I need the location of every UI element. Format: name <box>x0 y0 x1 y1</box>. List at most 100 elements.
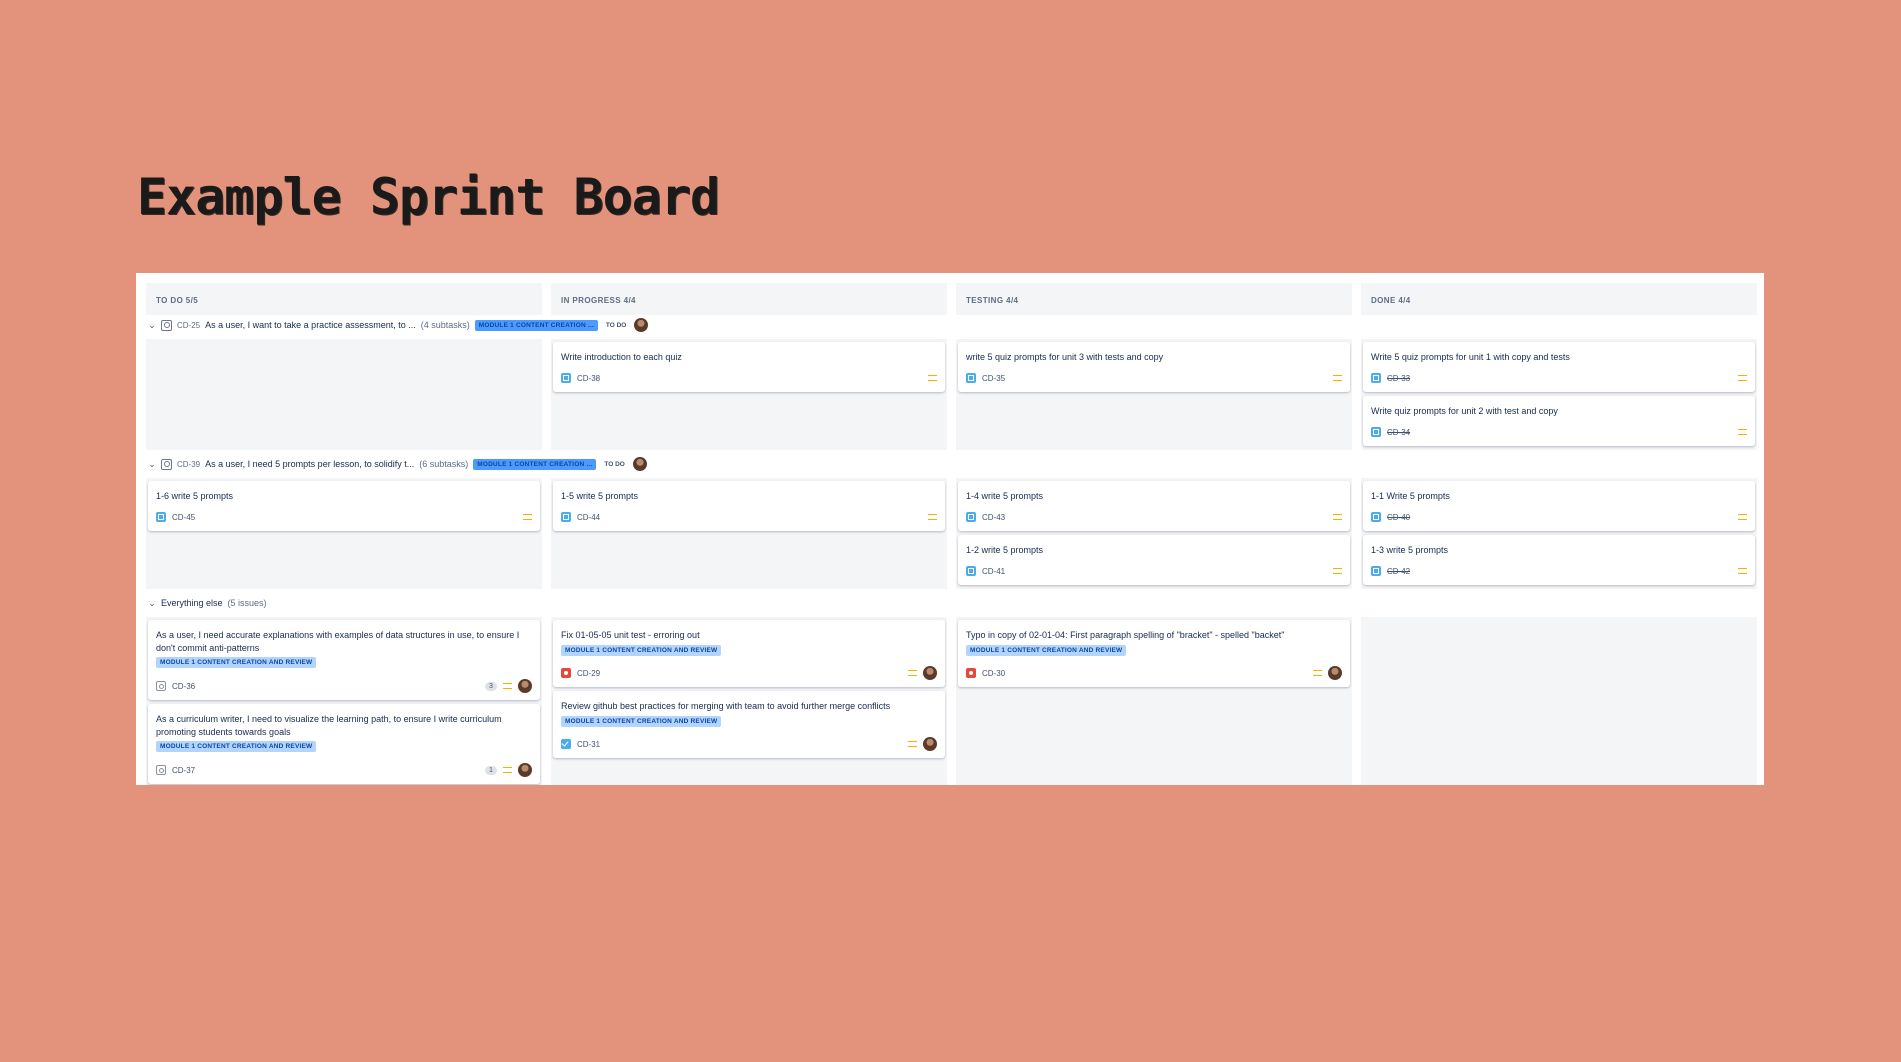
subtask-icon <box>561 373 571 383</box>
subtask-icon <box>561 512 571 522</box>
avatar[interactable] <box>632 457 647 471</box>
story-point-badge: 1 <box>485 765 497 775</box>
card-key[interactable]: CD-44 <box>577 513 600 522</box>
lane-summary[interactable]: Everything else <box>161 598 223 608</box>
epic-lozenge[interactable]: MODULE 1 CONTENT CREATION AND REVIEW <box>561 644 722 656</box>
priority-medium-icon <box>1738 568 1747 574</box>
card-cd-29[interactable]: Fix 01-05-05 unit test - erroring out MO… <box>553 620 945 687</box>
card-summary: Write 5 quiz prompts for unit 1 with cop… <box>1371 352 1570 362</box>
card-summary: 1-3 write 5 prompts <box>1371 545 1449 555</box>
card-cd-40[interactable]: 1-1 Write 5 prompts CD-40 <box>1363 481 1755 531</box>
card-summary: Write introduction to each quiz <box>561 352 682 362</box>
priority-medium-icon <box>1313 670 1322 676</box>
priority-medium-icon <box>1738 514 1747 520</box>
card-cd-31[interactable]: Review github best practices for merging… <box>553 691 945 758</box>
lane-subtask-count: (6 subtasks) <box>419 459 469 469</box>
status-lozenge[interactable]: TO DO <box>601 459 627 470</box>
card-key[interactable]: CD-40 <box>1387 513 1410 522</box>
card-summary: 1-6 write 5 prompts <box>156 491 234 501</box>
card-summary: 1-4 write 5 prompts <box>966 491 1044 501</box>
card-cd-37[interactable]: As a curriculum writer, I need to visual… <box>148 704 540 784</box>
epic-lozenge[interactable]: MODULE 1 CONTENT CREATION ... <box>473 458 597 470</box>
avatar[interactable] <box>518 679 532 693</box>
card-key[interactable]: CD-31 <box>577 740 600 749</box>
chevron-down-icon[interactable]: ⌄ <box>148 320 156 331</box>
priority-medium-icon <box>1333 375 1342 381</box>
status-lozenge[interactable]: TO DO <box>603 320 629 331</box>
priority-medium-icon <box>1333 568 1342 574</box>
epic-lozenge[interactable]: MODULE 1 CONTENT CREATION AND REVIEW <box>156 657 317 668</box>
epic-lozenge[interactable]: MODULE 1 CONTENT CREATION ... <box>474 319 598 331</box>
card-key[interactable]: CD-45 <box>172 513 195 522</box>
card-key[interactable]: CD-35 <box>982 374 1005 383</box>
card-summary: 1-1 Write 5 prompts <box>1371 491 1450 501</box>
lane-subtask-count: (4 subtasks) <box>420 320 470 330</box>
slide-title: Example Sprint Board <box>137 168 720 226</box>
card-cd-30[interactable]: Typo in copy of 02-01-04: First paragrap… <box>958 620 1350 687</box>
epic-lozenge[interactable]: MODULE 1 CONTENT CREATION AND REVIEW <box>561 715 722 727</box>
card-key[interactable]: CD-43 <box>982 513 1005 522</box>
lane1-todo-cell <box>146 339 542 450</box>
swimlane-cd-25[interactable]: ⌄ CD-25 As a user, I want to take a prac… <box>148 316 649 334</box>
card-cd-45[interactable]: 1-6 write 5 prompts CD-45 <box>148 481 540 531</box>
priority-medium-icon <box>928 514 937 520</box>
subtask-icon <box>966 566 976 576</box>
card-key[interactable]: CD-42 <box>1387 567 1410 576</box>
swimlane-everything-else[interactable]: ⌄ Everything else (5 issues) <box>148 594 266 612</box>
bug-icon <box>966 668 976 678</box>
avatar[interactable] <box>923 666 937 680</box>
column-header-testing[interactable]: TESTING 4/4 <box>956 283 1352 315</box>
column-header-todo[interactable]: TO DO 5/5 <box>146 283 542 315</box>
priority-medium-icon <box>908 741 917 747</box>
swimlane-cd-39[interactable]: ⌄ CD-39 As a user, I need 5 prompts per … <box>148 455 647 473</box>
card-key[interactable]: CD-30 <box>982 669 1005 678</box>
card-summary: write 5 quiz prompts for unit 3 with tes… <box>966 352 1164 362</box>
avatar[interactable] <box>518 763 532 777</box>
card-cd-43[interactable]: 1-4 write 5 prompts CD-43 <box>958 481 1350 531</box>
avatar[interactable] <box>634 318 649 332</box>
lane3-done-cell <box>1361 617 1757 785</box>
card-cd-41[interactable]: 1-2 write 5 prompts CD-41 <box>958 535 1350 585</box>
avatar[interactable] <box>923 737 937 751</box>
priority-medium-icon <box>503 683 512 689</box>
epic-lozenge[interactable]: MODULE 1 CONTENT CREATION AND REVIEW <box>156 741 317 752</box>
avatar[interactable] <box>1328 666 1342 680</box>
lane-summary[interactable]: As a user, I want to take a practice ass… <box>205 320 416 330</box>
card-cd-35[interactable]: write 5 quiz prompts for unit 3 with tes… <box>958 342 1350 392</box>
card-cd-44[interactable]: 1-5 write 5 prompts CD-44 <box>553 481 945 531</box>
subtask-icon <box>1371 427 1381 437</box>
story-icon <box>161 319 172 331</box>
sprint-board: TO DO 5/5 IN PROGRESS 4/4 TESTING 4/4 DO… <box>136 273 1764 785</box>
card-summary: Write quiz prompts for unit 2 with test … <box>1371 406 1558 416</box>
lane-issue-key[interactable]: CD-25 <box>177 321 200 330</box>
story-icon <box>156 681 166 691</box>
card-cd-38[interactable]: Write introduction to each quiz CD-38 <box>553 342 945 392</box>
card-cd-33[interactable]: Write 5 quiz prompts for unit 1 with cop… <box>1363 342 1755 392</box>
card-cd-36[interactable]: As a user, I need accurate explanations … <box>148 620 540 700</box>
priority-medium-icon <box>1738 375 1747 381</box>
card-cd-34[interactable]: Write quiz prompts for unit 2 with test … <box>1363 396 1755 446</box>
task-icon <box>561 739 571 749</box>
column-header-done[interactable]: DONE 4/4 <box>1361 283 1757 315</box>
card-summary: Typo in copy of 02-01-04: First paragrap… <box>966 630 1285 640</box>
card-key[interactable]: CD-33 <box>1387 374 1410 383</box>
lane-summary[interactable]: As a user, I need 5 prompts per lesson, … <box>205 459 414 469</box>
card-key[interactable]: CD-36 <box>172 682 195 691</box>
card-key[interactable]: CD-38 <box>577 374 600 383</box>
card-key[interactable]: CD-34 <box>1387 428 1410 437</box>
lane-issue-key[interactable]: CD-39 <box>177 460 200 469</box>
subtask-icon <box>966 373 976 383</box>
column-header-in-progress[interactable]: IN PROGRESS 4/4 <box>551 283 947 315</box>
card-key[interactable]: CD-29 <box>577 669 600 678</box>
subtask-icon <box>966 512 976 522</box>
card-key[interactable]: CD-41 <box>982 567 1005 576</box>
priority-medium-icon <box>1738 429 1747 435</box>
card-key[interactable]: CD-37 <box>172 766 195 775</box>
story-point-badge: 3 <box>485 681 497 691</box>
card-cd-42[interactable]: 1-3 write 5 prompts CD-42 <box>1363 535 1755 585</box>
epic-lozenge[interactable]: MODULE 1 CONTENT CREATION AND REVIEW <box>966 644 1127 656</box>
chevron-down-icon[interactable]: ⌄ <box>148 459 156 470</box>
card-summary: Fix 01-05-05 unit test - erroring out <box>561 630 700 640</box>
chevron-down-icon[interactable]: ⌄ <box>148 598 156 609</box>
subtask-icon <box>1371 512 1381 522</box>
